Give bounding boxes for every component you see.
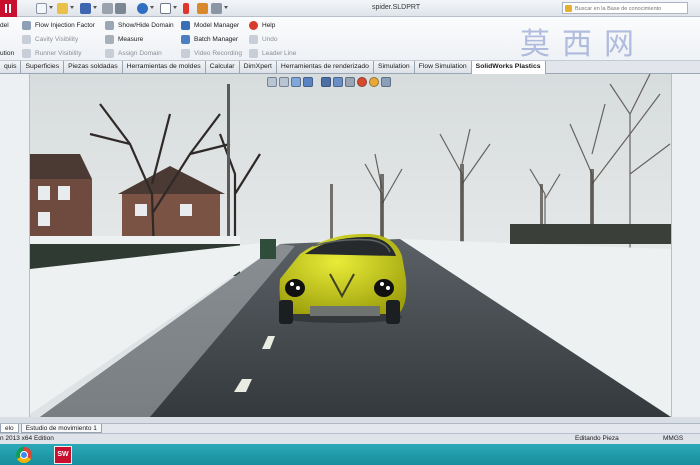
tab-modelo[interactable]: elo — [0, 424, 19, 433]
knowledge-base-search[interactable] — [562, 2, 688, 14]
measure-button[interactable]: Measure — [105, 33, 143, 45]
edit-appearance-icon[interactable] — [357, 77, 367, 87]
tab-piezas-soldadas[interactable]: Piezas soldadas — [64, 61, 123, 73]
video-recording-button[interactable]: Video Recording — [181, 47, 242, 59]
status-units[interactable]: MMGS — [663, 435, 683, 442]
status-bar: n 2013 x64 Edition Editando Pieza MMGS — [0, 433, 700, 444]
os-taskbar: SW — [0, 444, 700, 465]
help-icon — [249, 20, 258, 30]
model-manager-button[interactable]: Model Manager — [181, 19, 239, 31]
leader-line-icon — [249, 48, 258, 58]
help-button[interactable]: Help — [249, 19, 275, 31]
tab-croquis[interactable]: quis — [0, 61, 22, 73]
solidworks-taskbar-icon[interactable]: SW — [54, 446, 72, 464]
tab-calcular[interactable]: Calcular — [205, 61, 240, 73]
rebuild-icon[interactable] — [115, 3, 126, 14]
tab-superficies[interactable]: Superficies — [21, 61, 65, 73]
print-icon[interactable] — [102, 3, 113, 14]
traffic-light-icon[interactable] — [183, 3, 189, 14]
open-folder-icon[interactable] — [57, 3, 68, 14]
status-edit-mode: Editando Pieza — [575, 435, 619, 442]
measure-icon — [105, 34, 114, 44]
ribbon-item-model[interactable]: del — [0, 19, 9, 31]
show-hide-domain-icon — [105, 20, 114, 30]
show-hide-domain-button[interactable]: Show/Hide Domain — [105, 19, 174, 31]
zoom-to-area-icon[interactable] — [279, 77, 289, 87]
leader-line-button[interactable]: Leader Line — [249, 47, 296, 59]
command-manager-tabs: quis Superficies Piezas soldadas Herrami… — [0, 61, 700, 74]
view-orientation-icon[interactable] — [321, 77, 331, 87]
tab-herramientas-de-moldes[interactable]: Herramientas de moldes — [122, 61, 206, 73]
video-camera-icon — [181, 48, 190, 58]
rendered-scene — [30, 74, 671, 417]
assign-domain-icon — [105, 48, 114, 58]
tab-simulation[interactable]: Simulation — [373, 61, 415, 73]
view-settings-icon[interactable] — [381, 77, 391, 87]
chrome-icon[interactable] — [16, 447, 32, 463]
command-manager: del ution Flow Injection Factor Cavity V… — [0, 17, 700, 79]
runner-visibility-button[interactable]: Runner Visibility — [22, 47, 81, 59]
cavity-icon — [22, 34, 31, 44]
section-view-icon[interactable] — [303, 77, 313, 87]
tab-herramientas-de-renderizado[interactable]: Herramientas de renderizado — [276, 61, 374, 73]
file-properties-icon[interactable] — [197, 3, 208, 14]
bottom-tabs: elo Estudio de movimiento 1 — [0, 423, 700, 433]
tab-flow-simulation[interactable]: Flow Simulation — [414, 61, 472, 73]
options-icon[interactable] — [211, 3, 222, 14]
status-edition: n 2013 x64 Edition — [0, 435, 54, 442]
graphics-area[interactable] — [30, 74, 671, 417]
ribbon-item-solution[interactable]: ution — [0, 47, 14, 59]
search-input[interactable] — [575, 4, 685, 13]
runner-icon — [22, 48, 31, 58]
flow-injection-factor-button[interactable]: Flow Injection Factor — [22, 19, 95, 31]
display-style-icon[interactable] — [333, 77, 343, 87]
assign-domain-button[interactable]: Assign Domain — [105, 47, 162, 59]
save-icon[interactable] — [80, 3, 91, 14]
tab-motion-study-1[interactable]: Estudio de movimiento 1 — [20, 424, 102, 433]
search-icon — [565, 5, 572, 12]
cavity-visibility-button[interactable]: Cavity Visibility — [22, 33, 78, 45]
zoom-to-fit-icon[interactable] — [267, 77, 277, 87]
flow-injection-icon — [22, 20, 31, 30]
tab-dimxpert[interactable]: DimXpert — [239, 61, 277, 73]
task-pane-collapsed[interactable] — [671, 74, 700, 417]
batch-manager-icon — [181, 34, 190, 44]
undo-button[interactable]: Undo — [249, 33, 278, 45]
tab-solidworks-plastics[interactable]: SolidWorks Plastics — [471, 61, 546, 74]
heads-up-view-toolbar — [267, 77, 391, 89]
apply-scene-icon[interactable] — [369, 77, 379, 87]
document-title: spider.SLDPRT — [372, 4, 421, 11]
previous-view-icon[interactable] — [291, 77, 301, 87]
title-bar: spider.SLDPRT — [0, 0, 700, 17]
feature-manager-collapsed[interactable] — [0, 74, 30, 417]
undo-icon[interactable] — [137, 3, 148, 14]
batch-manager-button[interactable]: Batch Manager — [181, 33, 238, 45]
model-manager-icon — [181, 20, 190, 30]
hide-show-items-icon[interactable] — [345, 77, 355, 87]
new-document-icon[interactable] — [36, 3, 47, 14]
undo-arrow-icon — [249, 34, 258, 44]
watermark-text: 莫西网 — [520, 27, 646, 62]
select-icon[interactable] — [160, 3, 171, 14]
solidworks-menu-logo[interactable] — [0, 0, 17, 17]
